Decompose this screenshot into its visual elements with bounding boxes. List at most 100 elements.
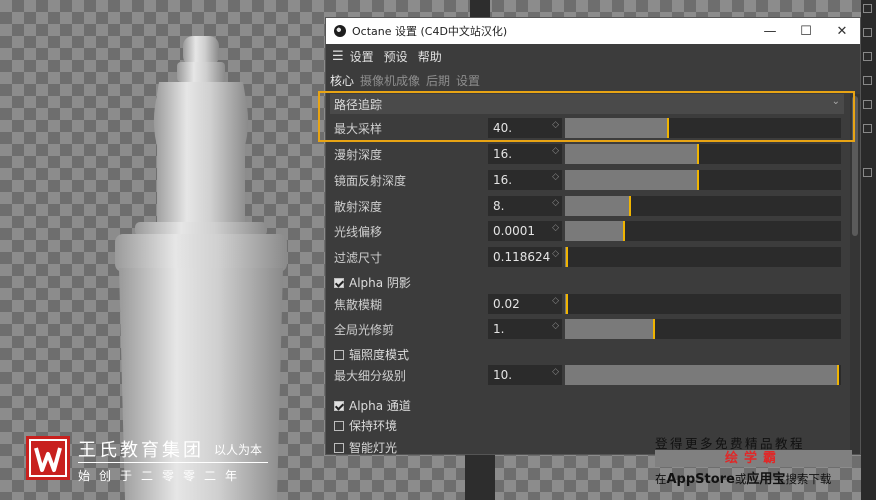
toolbar-icon[interactable]	[863, 76, 872, 85]
spinner-icon[interactable]: ◇	[552, 120, 559, 130]
tab-bar: 核心 摄像机成像 后期 设置	[326, 68, 860, 92]
tab-kernel[interactable]: 核心	[330, 72, 354, 89]
smart-light-checkbox[interactable]: 智能灯光	[334, 439, 398, 455]
menu-help[interactable]: 帮助	[418, 48, 442, 65]
menubar: ☰ 设置 预设 帮助	[326, 44, 860, 68]
ray-epsilon-slider[interactable]	[565, 221, 841, 241]
param-row-max-samples: 最大采样 40. ◇	[326, 117, 850, 139]
menu-presets[interactable]: 预设	[384, 48, 408, 65]
spinner-icon[interactable]: ◇	[552, 321, 559, 331]
diffuse-depth-field[interactable]: 16. ◇	[488, 144, 562, 164]
keep-environment-checkbox[interactable]: 保持环境	[334, 417, 397, 434]
hamburger-icon[interactable]: ☰	[332, 49, 344, 64]
toolbar-icon[interactable]	[863, 4, 872, 13]
checkbox-label: 辐照度模式	[349, 348, 410, 362]
param-label: 最大采样	[334, 122, 383, 136]
scatter-depth-field[interactable]: 8. ◇	[488, 196, 562, 216]
brand-subtitle: 始创于二零零二年	[78, 469, 247, 483]
maximize-button[interactable]: ☐	[788, 24, 824, 39]
scatter-depth-slider[interactable]	[565, 196, 841, 216]
param-label: 光线偏移	[334, 225, 383, 239]
ray-epsilon-field[interactable]: 0.0001 ◇	[488, 221, 562, 241]
checkbox-icon[interactable]	[334, 420, 344, 431]
chevron-down-icon: ⌄	[831, 96, 840, 107]
toolbar-icon[interactable]	[863, 100, 872, 109]
titlebar: Octane 设置 (C4D中文站汉化) — ☐ ✕	[326, 18, 860, 44]
param-row-ray-epsilon: 光线偏移 0.0001 ◇	[326, 220, 850, 242]
toolbar-icon[interactable]	[863, 28, 872, 37]
spinner-icon[interactable]: ◇	[552, 172, 559, 182]
menu-settings[interactable]: 设置	[350, 48, 374, 65]
alpha-shadows-checkbox[interactable]: Alpha 阴影	[334, 274, 411, 291]
checkbox-label: Alpha 阴影	[349, 276, 411, 290]
param-row-max-subdiv: 最大细分级别 10. ◇	[326, 364, 850, 386]
param-label: 焦散模糊	[334, 298, 383, 312]
param-row-dof-blur: 焦散模糊 0.02 ◇	[326, 293, 850, 315]
settings-panel: 路径追踪 ⌄ 最大采样 40. ◇ 漫射深度 16. ◇ 镜面反射深度 16. ◇ 散…	[326, 94, 850, 455]
param-label: 散射深度	[334, 200, 383, 214]
param-label: 过滤尺寸	[334, 251, 383, 265]
spinner-icon[interactable]: ◇	[552, 146, 559, 156]
viewport-divider-bottom	[465, 455, 495, 500]
gi-clamp-slider[interactable]	[565, 319, 841, 339]
octane-settings-window: Octane 设置 (C4D中文站汉化) — ☐ ✕ ☰ 设置 预设 帮助 核心…	[325, 17, 861, 455]
param-row-specular-depth: 镜面反射深度 16. ◇	[326, 169, 850, 191]
max-subdiv-field[interactable]: 10. ◇	[488, 365, 562, 385]
dof-blur-slider[interactable]	[565, 294, 841, 314]
brand-logo-icon	[26, 436, 70, 480]
brand-slogan: 以人为本	[214, 443, 263, 457]
brand-title: 王氏教育集团	[78, 440, 204, 461]
toolbar-icon[interactable]	[863, 168, 872, 177]
viewport-divider	[470, 0, 490, 17]
promo-banner: 绘学霸	[655, 450, 852, 467]
spinner-icon[interactable]: ◇	[552, 249, 559, 259]
scrollbar[interactable]	[850, 94, 860, 454]
checkbox-icon[interactable]	[334, 442, 344, 453]
specular-depth-field[interactable]: 16. ◇	[488, 170, 562, 190]
param-label: 最大细分级别	[334, 369, 407, 383]
close-button[interactable]: ✕	[824, 24, 860, 39]
minimize-button[interactable]: —	[752, 24, 788, 39]
kernel-dropdown[interactable]: 路径追踪 ⌄	[330, 94, 844, 114]
scrollbar-thumb[interactable]	[852, 96, 858, 236]
max-samples-field[interactable]: 40. ◇	[488, 118, 562, 138]
right-toolbar	[861, 0, 876, 500]
toolbar-icon[interactable]	[863, 52, 872, 61]
kernel-dropdown-value: 路径追踪	[334, 97, 383, 112]
promo-download-text: 在AppStore或应用宝搜索下载	[655, 472, 832, 487]
param-row-scatter-depth: 散射深度 8. ◇	[326, 195, 850, 217]
tab-post[interactable]: 后期	[426, 72, 450, 89]
max-subdiv-slider[interactable]	[565, 365, 841, 385]
dof-blur-field[interactable]: 0.02 ◇	[488, 294, 562, 314]
max-samples-slider[interactable]	[565, 118, 841, 138]
checkbox-icon[interactable]	[334, 277, 344, 288]
param-row-gi-clamp: 全局光修剪 1. ◇	[326, 318, 850, 340]
checkbox-icon[interactable]	[334, 400, 344, 411]
param-label: 漫射深度	[334, 148, 383, 162]
gi-clamp-field[interactable]: 1. ◇	[488, 319, 562, 339]
spinner-icon[interactable]: ◇	[552, 223, 559, 233]
specular-depth-slider[interactable]	[565, 170, 841, 190]
param-row-diffuse-depth: 漫射深度 16. ◇	[326, 143, 850, 165]
checkbox-icon[interactable]	[334, 349, 344, 360]
diffuse-depth-slider[interactable]	[565, 144, 841, 164]
spinner-icon[interactable]: ◇	[552, 296, 559, 306]
checkbox-label: 智能灯光	[349, 441, 398, 455]
octane-logo-icon	[334, 25, 346, 37]
filter-size-field[interactable]: 0.118624 ◇	[488, 247, 562, 267]
brand-divider	[78, 462, 268, 463]
param-label: 全局光修剪	[334, 323, 395, 337]
bottle-render	[115, 36, 287, 500]
window-title: Octane 设置 (C4D中文站汉化)	[352, 25, 508, 38]
tab-settings[interactable]: 设置	[456, 72, 480, 89]
spinner-icon[interactable]: ◇	[552, 198, 559, 208]
checkbox-label: 保持环境	[349, 419, 398, 433]
checkbox-label: Alpha 通道	[349, 399, 411, 413]
alpha-channel-checkbox[interactable]: Alpha 通道	[334, 397, 411, 414]
tab-camera-imager[interactable]: 摄像机成像	[360, 72, 420, 89]
irradiance-mode-checkbox[interactable]: 辐照度模式	[334, 346, 409, 363]
toolbar-icon[interactable]	[863, 124, 872, 133]
param-row-filter-size: 过滤尺寸 0.118624 ◇	[326, 246, 850, 268]
filter-size-slider[interactable]	[565, 247, 841, 267]
spinner-icon[interactable]: ◇	[552, 367, 559, 377]
